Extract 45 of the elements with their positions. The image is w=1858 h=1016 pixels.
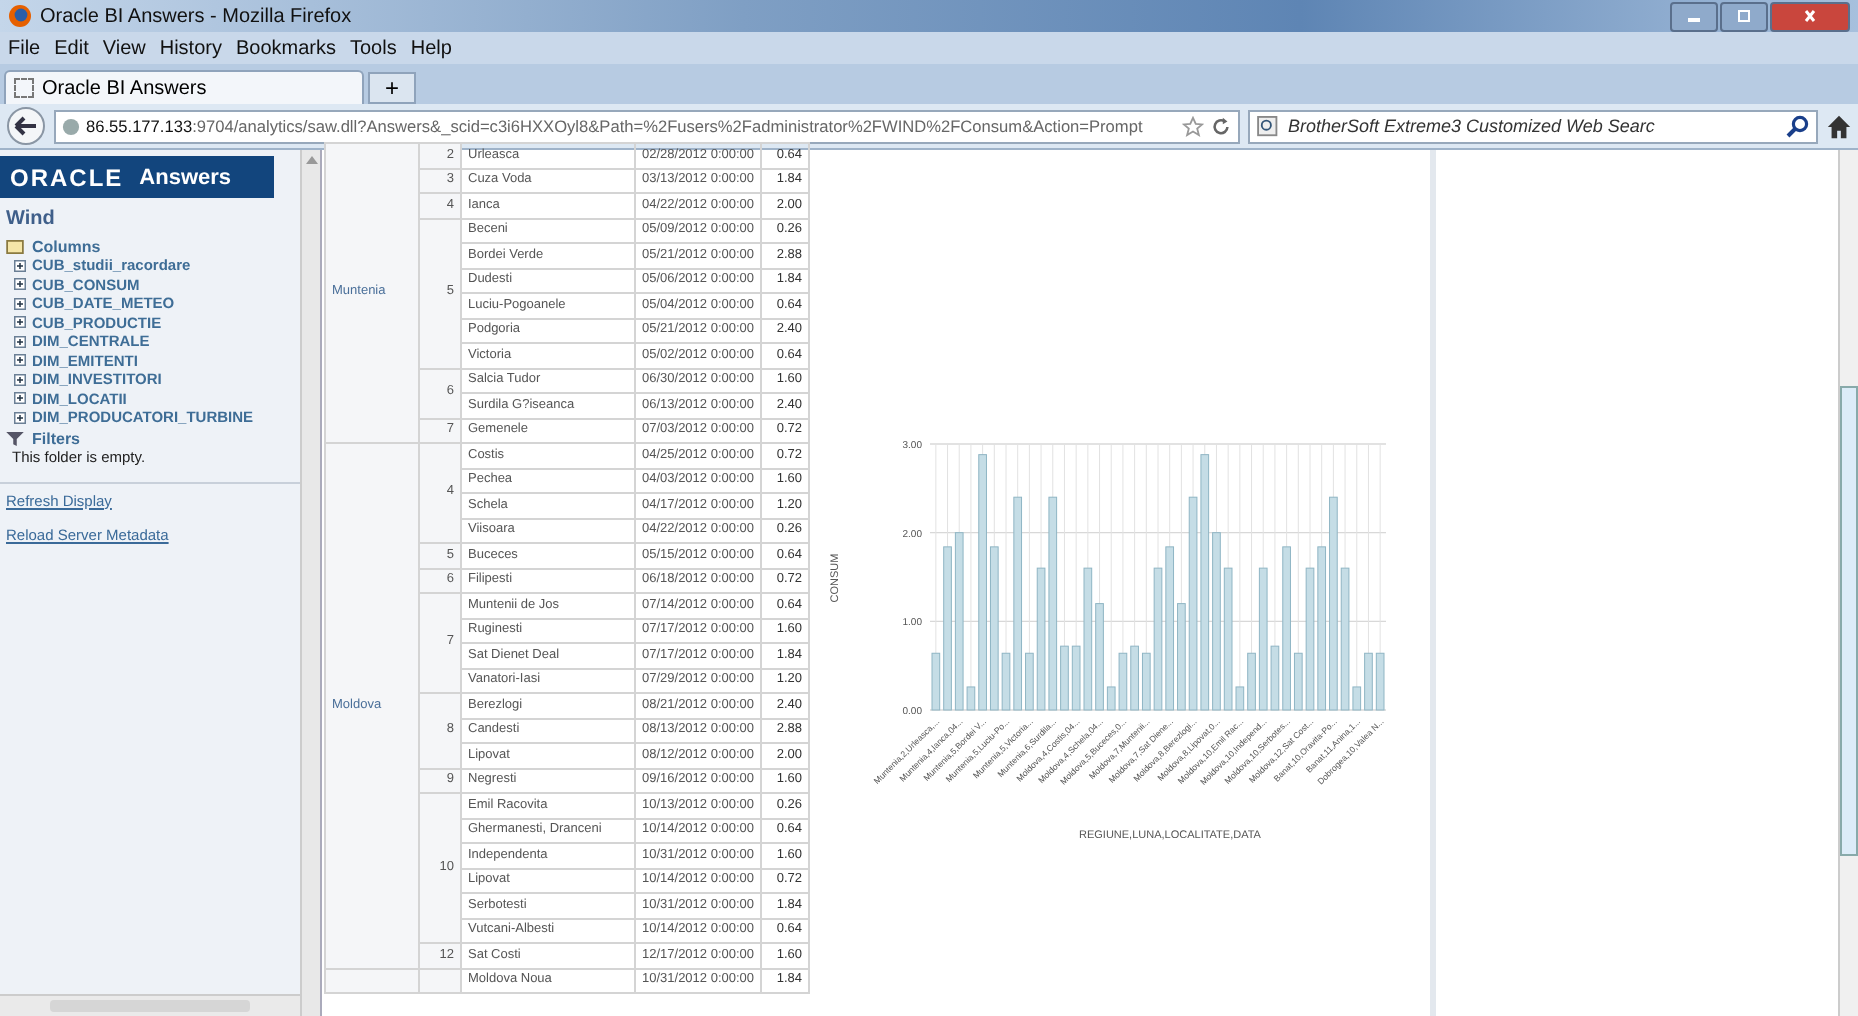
search-field[interactable]: BrotherSoft Extreme3 Customized Web Searc <box>1288 116 1782 136</box>
menu-item[interactable]: Bookmarks <box>235 37 336 59</box>
menu-item[interactable]: Edit <box>54 37 89 59</box>
expand-icon[interactable] <box>14 411 26 424</box>
menu-item[interactable]: Tools <box>350 37 397 59</box>
bookmark-star-icon[interactable] <box>1182 115 1204 137</box>
menu-item[interactable]: Help <box>410 37 452 59</box>
scrollbar[interactable] <box>300 150 320 1016</box>
menu-item[interactable]: History <box>159 37 222 59</box>
expand-icon[interactable] <box>14 297 26 310</box>
expand-icon[interactable] <box>14 278 26 291</box>
browser-logo-icon <box>8 4 32 28</box>
menu-item[interactable]: File <box>8 37 41 59</box>
filters-item[interactable]: Filters <box>0 429 300 447</box>
expand-icon[interactable] <box>14 259 26 272</box>
search-box[interactable]: BrotherSoft Extreme3 Customized Web Searc <box>1248 109 1818 143</box>
logo-text: ORACLE <box>10 163 124 191</box>
address-field[interactable]: 86.55.177.133:9704/analytics/saw.dll?Answers&_scid=c3i6HXXOyl8&Path=%2Fusers%2Fadministrator%2FWIND%2FConsum&Action=Prompt <box>54 109 1240 143</box>
maximize-icon <box>1734 8 1754 24</box>
close-button[interactable] <box>1770 1 1850 31</box>
folder-icon <box>6 240 24 254</box>
funnel-icon <box>6 431 24 445</box>
window-title: Oracle BI Answers - Mozilla Firefox <box>40 5 352 27</box>
reload-icon[interactable] <box>1210 115 1232 137</box>
menu-item[interactable]: View <box>102 37 146 59</box>
subject-area-title: Wind <box>6 208 57 230</box>
back-button[interactable] <box>6 106 46 146</box>
folder-item[interactable]: Columns <box>0 238 300 256</box>
product-name: Answers <box>139 165 232 189</box>
expand-icon[interactable] <box>14 392 26 405</box>
globe-icon <box>62 117 80 135</box>
scrollbar-thumb[interactable] <box>1840 386 1858 856</box>
close-icon <box>1800 8 1820 24</box>
browser-tab[interactable]: Oracle BI Answers <box>4 70 364 104</box>
expand-icon[interactable] <box>14 335 26 348</box>
search-icon[interactable] <box>1786 114 1810 138</box>
home-icon[interactable] <box>1826 113 1852 139</box>
scrollbar[interactable] <box>1838 150 1858 1016</box>
expand-icon[interactable] <box>14 316 26 329</box>
expand-icon[interactable] <box>14 354 26 367</box>
expand-icon[interactable] <box>14 373 26 386</box>
maximize-button[interactable] <box>1720 1 1768 31</box>
horizontal-scrollbar[interactable] <box>0 994 300 1016</box>
minimize-button[interactable] <box>1670 1 1718 31</box>
new-tab-button[interactable]: + <box>368 72 416 104</box>
